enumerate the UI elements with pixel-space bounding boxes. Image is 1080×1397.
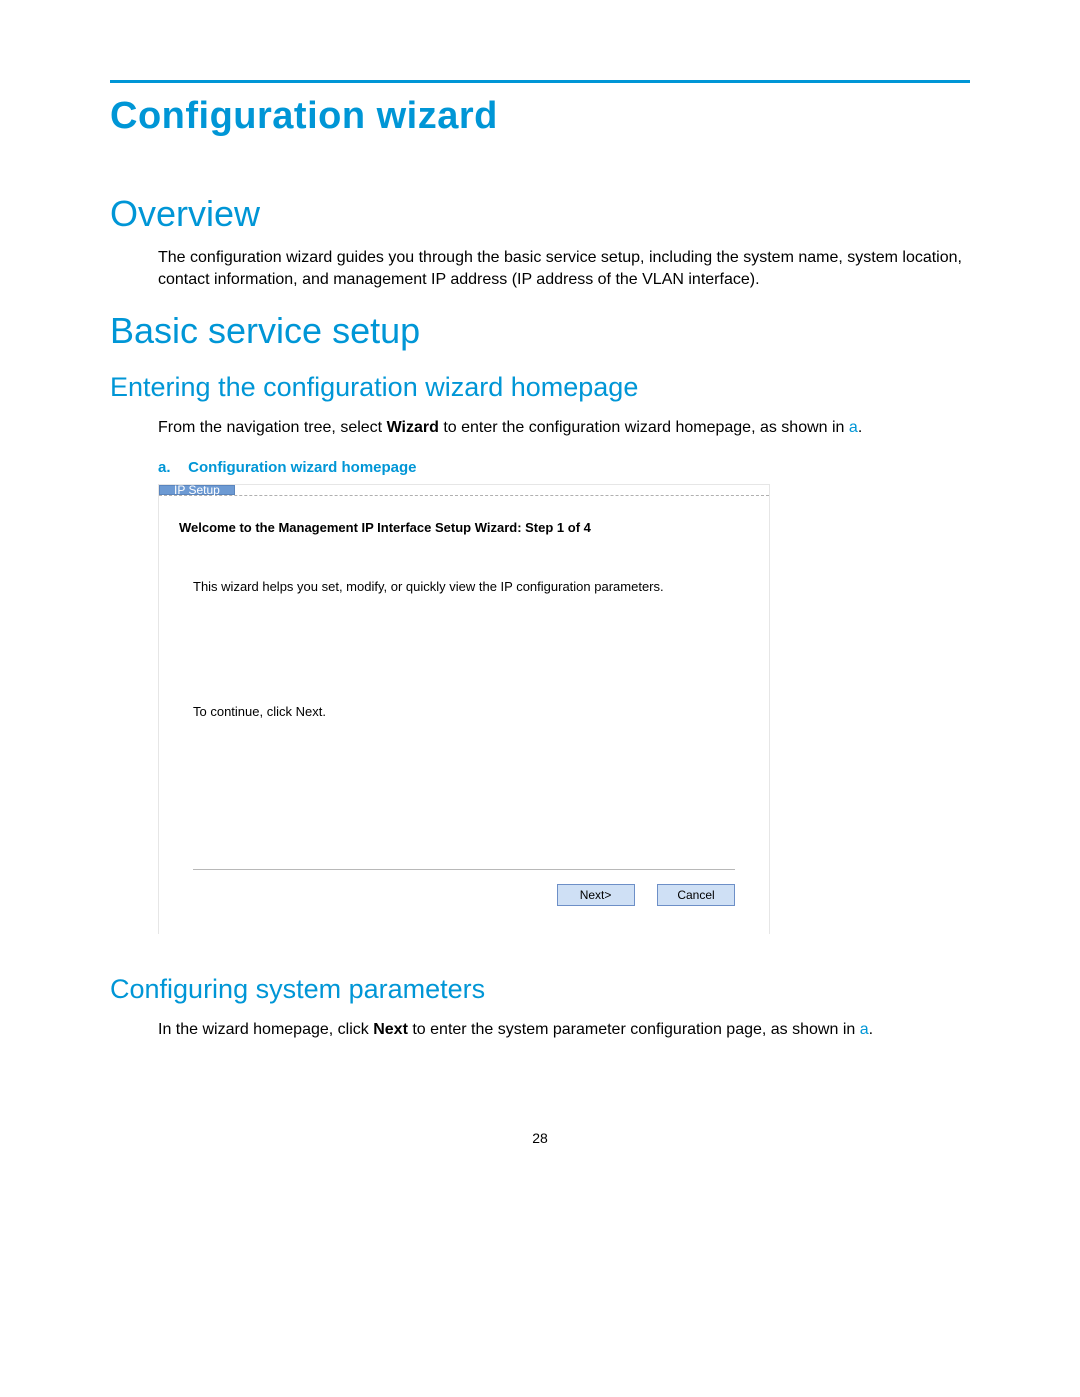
wizard-screenshot: IP Setup Welcome to the Management IP In…	[158, 484, 770, 934]
cancel-button[interactable]: Cancel	[657, 884, 735, 906]
configuring-bold: Next	[373, 1021, 408, 1038]
entering-pre: From the navigation tree, select	[158, 419, 387, 436]
configuring-pre: In the wizard homepage, click	[158, 1021, 373, 1038]
configuring-mid: to enter the system parameter configurat…	[408, 1021, 860, 1038]
basic-heading: Basic service setup	[110, 310, 970, 352]
tab-ip-setup[interactable]: IP Setup	[159, 485, 235, 495]
figure-caption: Configuration wizard homepage	[188, 459, 416, 476]
configuring-post: .	[869, 1021, 873, 1038]
figure-letter: a.	[158, 459, 184, 476]
entering-mid: to enter the configuration wizard homepa…	[439, 419, 849, 436]
document-page: Configuration wizard Overview The config…	[0, 0, 1080, 1206]
entering-bold: Wizard	[387, 419, 439, 436]
page-number: 28	[110, 1130, 970, 1146]
wizard-tabstrip: IP Setup	[159, 485, 769, 496]
wizard-footer: Next> Cancel	[193, 869, 735, 924]
entering-link[interactable]: a	[849, 419, 858, 436]
entering-heading: Entering the configuration wizard homepa…	[110, 372, 970, 403]
wizard-continue: To continue, click Next.	[193, 704, 749, 719]
configuring-link[interactable]: a	[860, 1021, 869, 1038]
page-title: Configuration wizard	[110, 95, 970, 138]
wizard-body: Welcome to the Management IP Interface S…	[159, 520, 769, 934]
overview-text: The configuration wizard guides you thro…	[158, 247, 970, 290]
wizard-welcome: Welcome to the Management IP Interface S…	[179, 520, 749, 535]
configuring-paragraph: In the wizard homepage, click Next to en…	[158, 1019, 970, 1041]
wizard-description: This wizard helps you set, modify, or qu…	[193, 579, 749, 594]
top-rule	[110, 80, 970, 83]
entering-paragraph: From the navigation tree, select Wizard …	[158, 417, 970, 439]
next-button[interactable]: Next>	[557, 884, 635, 906]
overview-heading: Overview	[110, 193, 970, 235]
figure-label: a. Configuration wizard homepage	[158, 459, 970, 476]
entering-post: .	[858, 419, 862, 436]
configuring-heading: Configuring system parameters	[110, 974, 970, 1005]
